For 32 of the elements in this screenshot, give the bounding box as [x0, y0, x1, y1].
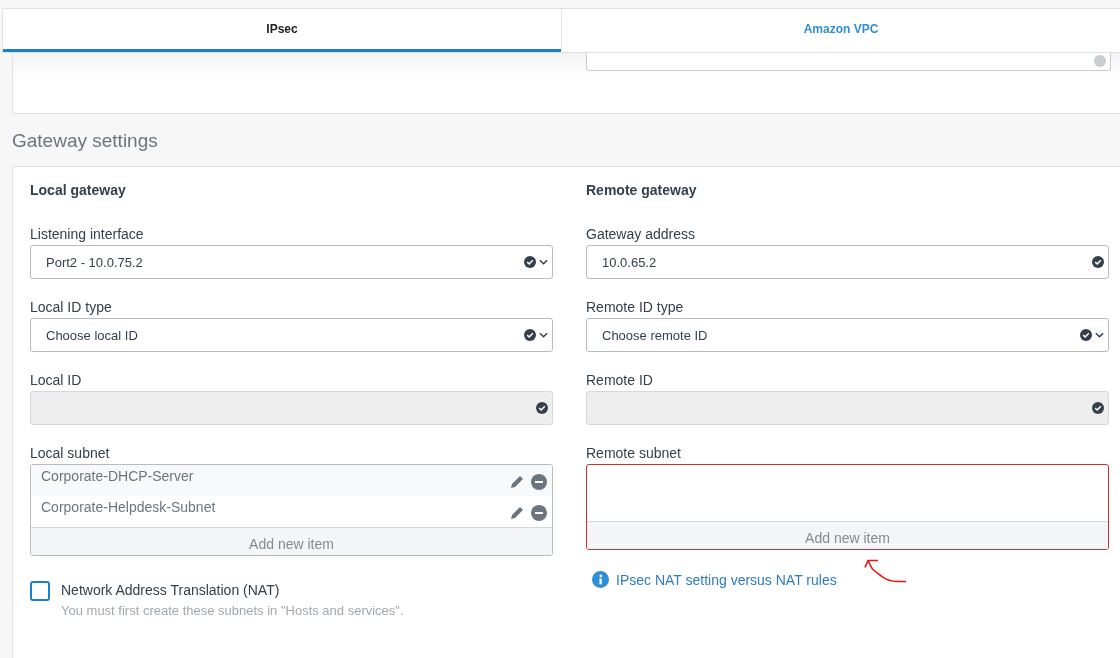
column-title: Local gateway	[30, 181, 127, 199]
field-label: Gateway address	[586, 225, 696, 243]
input-field[interactable]: 10.0.65.2	[586, 245, 1109, 279]
hint-text: You must first create these subnets in "Hosts and services".	[61, 603, 404, 618]
field-label: Remote subnet	[586, 444, 682, 462]
checkbox[interactable]	[30, 581, 50, 601]
remove-icon	[531, 474, 547, 490]
select-field[interactable]: Port2 - 10.0.75.2	[30, 245, 553, 279]
field-label: Local ID	[30, 371, 83, 389]
column-title: Remote gateway	[586, 181, 698, 199]
select-field[interactable]: Choose local ID	[30, 318, 553, 352]
field-label: Remote ID type	[586, 298, 685, 316]
field-label: Local subnet	[30, 444, 111, 462]
select-field[interactable]	[586, 53, 1111, 71]
field-label: Local ID type	[30, 298, 113, 316]
input-field[interactable]	[30, 391, 553, 425]
pencil-icon	[509, 505, 525, 521]
checkbox-label: Network Address Translation (NAT)	[61, 581, 281, 599]
select-field[interactable]: Choose remote ID	[586, 318, 1109, 352]
pencil-icon	[509, 474, 525, 490]
caret-icon	[539, 259, 548, 265]
caret-icon	[539, 332, 548, 338]
list-item: Corporate-Helpdesk-Subnet	[41, 499, 217, 515]
help-link[interactable]: IPsec NAT setting versus NAT rules	[616, 571, 837, 588]
caret-icon	[1095, 332, 1104, 338]
field-label: Listening interface	[30, 225, 145, 243]
remove-icon	[531, 505, 547, 521]
info-icon	[592, 571, 609, 588]
field-label: Remote ID	[586, 371, 654, 389]
list-item: Corporate-DHCP-Server	[41, 468, 195, 484]
section-title: Gateway settings	[12, 130, 159, 153]
input-field[interactable]	[586, 391, 1109, 425]
